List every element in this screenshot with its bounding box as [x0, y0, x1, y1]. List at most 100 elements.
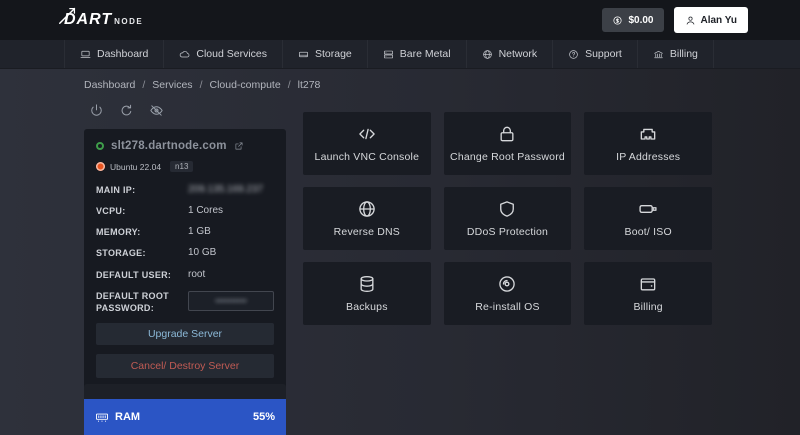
detail-label: MAIN IP:: [96, 185, 136, 195]
card-reverse-dns[interactable]: Reverse DNS: [303, 187, 431, 250]
card-boot-iso[interactable]: Boot/ ISO: [584, 187, 712, 250]
storage-value: 10 GB: [188, 247, 217, 259]
server-info-panel: slt278.dartnode.com Ubuntu 22.04 n13 MAI…: [84, 129, 286, 390]
nav-label: Support: [585, 48, 622, 60]
globe-icon: [482, 49, 492, 59]
cloud-icon: [180, 50, 190, 57]
dartnode-logo[interactable]: DART NODE: [59, 7, 144, 29]
user-menu-button[interactable]: Alan Yu: [673, 7, 748, 33]
content-area: Dashboard / Services / Cloud-compute / l…: [0, 69, 800, 435]
help-circle-icon: [569, 49, 578, 59]
nav-item-storage[interactable]: Storage: [282, 40, 367, 68]
nav-item-support[interactable]: Support: [552, 40, 637, 68]
card-backups[interactable]: Backups: [303, 262, 431, 325]
server-toolbar: [87, 103, 165, 121]
server-details: MAIN IP: 209.135.169.237 VCPU: 1 Cores M…: [96, 183, 274, 314]
card-billing[interactable]: Billing: [584, 262, 712, 325]
card-label: Boot/ ISO: [624, 226, 672, 238]
user-name: Alan Yu: [700, 14, 738, 26]
wallet-icon: [638, 274, 658, 294]
nav-item-bare-metal[interactable]: Bare Metal: [366, 40, 466, 68]
card-label: DDoS Protection: [466, 226, 549, 238]
code-icon: [357, 124, 377, 144]
nav-item-billing[interactable]: Billing: [636, 40, 714, 68]
nav-label: Network: [498, 48, 538, 60]
node-badge: n13: [170, 161, 194, 172]
detail-row-vcpu: VCPU: 1 Cores: [96, 204, 274, 217]
ethernet-icon: [638, 124, 658, 144]
nav-item-network[interactable]: Network: [465, 40, 553, 68]
dart-arrow-icon: [59, 7, 76, 24]
card-ddos-protection[interactable]: DDoS Protection: [443, 187, 572, 250]
vcpu-value: 1 Cores: [188, 205, 224, 217]
server-icon: [383, 50, 393, 58]
detail-label: DEFAULT ROOT PASSWORD:: [96, 290, 169, 313]
detail-row-storage: STORAGE: 10 GB: [96, 246, 274, 259]
hide-button[interactable]: [147, 103, 165, 121]
external-link-icon[interactable]: [234, 141, 244, 151]
card-label: Billing: [633, 301, 663, 313]
card-label: Backups: [345, 301, 388, 313]
card-label: Change Root Password: [450, 151, 565, 163]
action-cards: Launch VNC Console Change Root Password …: [303, 112, 712, 325]
laptop-icon: [80, 50, 91, 58]
password-field[interactable]: ••••••••••: [188, 291, 274, 312]
breadcrumb-separator: /: [142, 79, 146, 91]
nav-label: Dashboard: [97, 48, 149, 60]
default-user-value: root: [188, 268, 206, 280]
breadcrumb-dashboard[interactable]: Dashboard: [84, 79, 135, 91]
card-label: Re-install OS: [475, 301, 540, 313]
password-value: ••••••••••: [215, 296, 247, 307]
refresh-button[interactable]: [117, 103, 135, 121]
usage-panel: RAM 55%: [84, 384, 286, 435]
main-nav: Dashboard Cloud Services Storage Bare Me…: [0, 40, 800, 69]
shield-icon: [497, 199, 517, 219]
detail-label: STORAGE:: [96, 248, 146, 259]
breadcrumb-separator: /: [199, 79, 203, 91]
disc-icon: [497, 274, 517, 294]
card-ip-addresses[interactable]: IP Addresses: [584, 112, 712, 175]
detail-row-memory: MEMORY: 1 GB: [96, 225, 274, 238]
detail-row-main-ip: MAIN IP: 209.135.169.237: [96, 183, 274, 196]
page: DART NODE $0.00 Alan Yu Dashboard Cloud …: [0, 0, 800, 435]
card-reinstall-os[interactable]: Re-install OS: [443, 262, 572, 325]
bank-icon: [654, 50, 663, 58]
detail-label: DEFAULT USER:: [96, 269, 172, 280]
breadcrumb-current-server: lt278: [297, 79, 321, 91]
refresh-icon: [121, 104, 131, 116]
nav-item-cloud-services[interactable]: Cloud Services: [163, 40, 282, 68]
logo-subtext: NODE: [114, 17, 144, 26]
card-change-root-password[interactable]: Change Root Password: [443, 112, 572, 175]
card-launch-vnc-console[interactable]: Launch VNC Console: [303, 112, 431, 175]
harddrive-icon: [299, 51, 308, 57]
breadcrumb-services[interactable]: Services: [152, 79, 192, 91]
cancel-destroy-server-button[interactable]: Cancel/ Destroy Server: [96, 353, 274, 378]
lock-icon: [497, 124, 517, 144]
ram-label: RAM: [115, 411, 141, 423]
breadcrumb-separator: /: [287, 79, 291, 91]
nav-label: Storage: [315, 48, 352, 60]
hostname-link[interactable]: slt278.dartnode.com: [111, 140, 227, 152]
topbar-actions: $0.00 Alan Yu: [602, 0, 748, 40]
main-ip-value: 209.135.169.237: [188, 184, 264, 195]
upgrade-server-button[interactable]: Upgrade Server: [96, 322, 274, 345]
nav-label: Bare Metal: [399, 48, 451, 60]
card-label: Launch VNC Console: [314, 151, 420, 163]
coin-icon: [613, 15, 623, 25]
topbar: DART NODE $0.00 Alan Yu: [0, 0, 800, 40]
card-label: IP Addresses: [616, 151, 681, 163]
power-button[interactable]: [87, 103, 105, 121]
nav-item-dashboard[interactable]: Dashboard: [64, 40, 163, 68]
ram-usage-bar: RAM 55%: [84, 399, 286, 435]
ram-percent: 55%: [252, 411, 275, 423]
card-label: Reverse DNS: [333, 226, 401, 238]
database-icon: [357, 274, 377, 294]
status-online-indicator: [96, 142, 104, 150]
detail-row-default-user: DEFAULT USER: root: [96, 268, 274, 281]
detail-label: VCPU:: [96, 206, 126, 217]
os-row: Ubuntu 22.04 n13: [96, 161, 274, 172]
breadcrumb-cloud-compute[interactable]: Cloud-compute: [209, 79, 280, 91]
balance-button[interactable]: $0.00: [602, 8, 664, 32]
usb-icon: [638, 199, 658, 219]
nav-label: Billing: [669, 48, 698, 60]
